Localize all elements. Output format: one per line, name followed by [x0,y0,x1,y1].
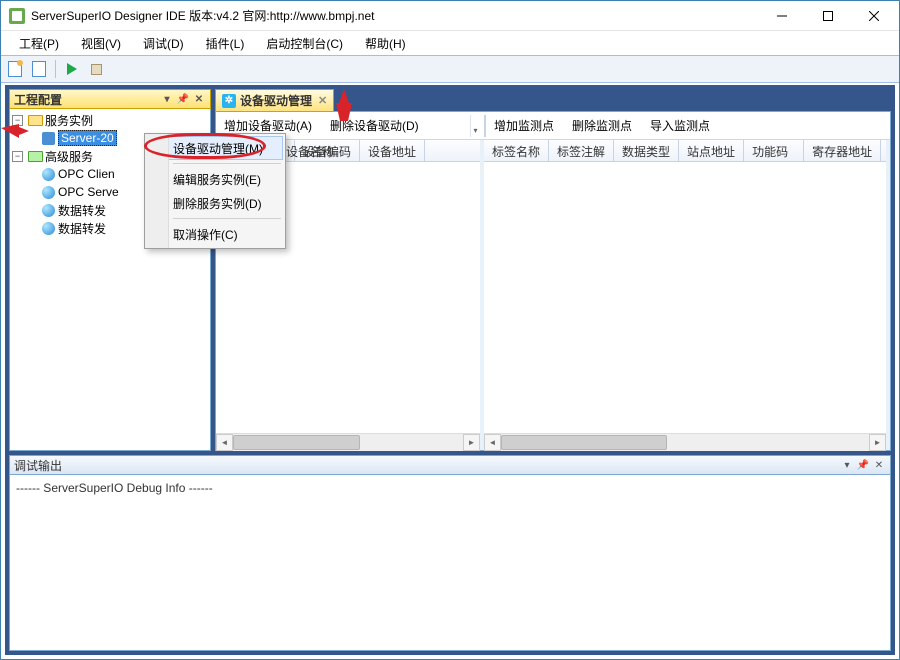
tree-label: Server-20 [58,130,117,146]
output-panel: 调试输出 ▾ 📌 ✕ ------ ServerSuperIO Debug In… [9,455,891,651]
panel-close-icon[interactable]: ✕ [872,458,886,472]
h-scrollbar[interactable]: ◄ ► [216,433,480,450]
tree-label: OPC Clien [58,167,115,181]
points-grid-header: 标签名称 标签注解 数据类型 站点地址 功能码 寄存器地址 [484,140,886,162]
minimize-button[interactable] [759,1,805,31]
points-grid[interactable]: 标签名称 标签注解 数据类型 站点地址 功能码 寄存器地址 ◄ ► [484,140,890,450]
app-icon [9,8,25,24]
title-bar: ServerSuperIO Designer IDE 版本:v4.2 官网:ht… [1,1,899,31]
folder-icon [28,115,43,126]
window-title: ServerSuperIO Designer IDE 版本:v4.2 官网:ht… [31,7,759,24]
split-panes: 设备名称 设备编码 设备地址 ◄ ► 标签名称 标签注解 数 [216,140,890,450]
col-device-addr[interactable]: 设备地址 [360,140,425,161]
globe-icon [42,168,55,181]
menu-project[interactable]: 工程(P) [9,32,69,55]
add-point-button[interactable]: 增加监测点 [490,115,558,136]
output-body[interactable]: ------ ServerSuperIO Debug Info ------ [9,475,891,651]
tree-label: 数据转发 [58,220,106,237]
output-panel-title: 调试输出 [14,457,62,474]
globe-icon [42,186,55,199]
col-func-code[interactable]: 功能码 [744,140,804,161]
tree-label: 高级服务 [45,148,93,165]
menu-plugin[interactable]: 插件(L) [196,32,255,55]
col-tag-name[interactable]: 标签名称 [484,140,549,161]
toolbar-overflow-icon[interactable]: ▾ [470,115,480,137]
maximize-button[interactable] [805,1,851,31]
col-tag-desc[interactable]: 标签注解 [549,140,614,161]
output-panel-header[interactable]: 调试输出 ▾ 📌 ✕ [9,455,891,475]
dock-area: 工程配置 ▾ 📌 ✕ − 服务实例 Server-20 − 高级服务 [5,85,895,655]
project-panel-title: 工程配置 [14,91,62,108]
doc-button[interactable] [29,59,49,79]
new-doc-icon [8,61,22,77]
menu-bar: 工程(P) 视图(V) 调试(D) 插件(L) 启动控制台(C) 帮助(H) [1,31,899,55]
doc-tabstrip: ✲ 设备驱动管理 ✕ [215,89,891,111]
doc-icon [32,61,46,77]
menu-help[interactable]: 帮助(H) [355,32,416,55]
tab-close-icon[interactable]: ✕ [318,94,327,107]
stop-button[interactable] [86,59,106,79]
import-point-button[interactable]: 导入监测点 [646,115,714,136]
tree-label: 数据转发 [58,202,106,219]
del-driver-button[interactable]: 删除设备驱动(D) [326,115,423,136]
new-doc-button[interactable] [5,59,25,79]
panel-close-icon[interactable]: ✕ [192,92,206,106]
globe-icon [42,204,55,217]
scroll-left-icon[interactable]: ◄ [216,434,233,451]
tree-label: 服务实例 [45,112,93,129]
globe-icon [42,222,55,235]
play-icon [67,63,77,75]
panel-menu-icon[interactable]: ▾ [840,458,854,472]
scroll-right-icon[interactable]: ► [463,434,480,451]
doc-toolbar: 增加设备驱动(A) 删除设备驱动(D) ▾ 增加监测点 删除监测点 导入监测点 [216,112,890,140]
col-station-addr[interactable]: 站点地址 [679,140,744,161]
output-line: ------ ServerSuperIO Debug Info ------ [16,481,884,495]
menu-view[interactable]: 视图(V) [71,32,131,55]
scroll-right-icon[interactable]: ► [869,434,886,451]
doc-tab-label: 设备驱动管理 [240,92,312,109]
panel-menu-icon[interactable]: ▾ [160,92,174,106]
main-toolbar [1,55,899,83]
project-panel-header[interactable]: 工程配置 ▾ 📌 ✕ [9,89,211,109]
h-scrollbar[interactable]: ◄ ► [484,433,886,450]
ctx-sep [173,218,281,219]
toolbar-sep [55,60,56,78]
menu-console[interactable]: 启动控制台(C) [256,32,353,55]
gear-icon: ✲ [222,94,236,108]
col-reg-addr[interactable]: 寄存器地址 [804,140,881,161]
tree-root-services[interactable]: − 服务实例 [12,111,208,129]
scroll-left-icon[interactable]: ◄ [484,434,501,451]
del-point-button[interactable]: 删除监测点 [568,115,636,136]
collapse-icon[interactable]: − [12,115,23,126]
document-area: ✲ 设备驱动管理 ✕ 增加设备驱动(A) 删除设备驱动(D) ▾ 增加监测点 删… [215,89,891,451]
run-button[interactable] [62,59,82,79]
col-device-code[interactable]: 设备编码 [295,140,360,161]
close-button[interactable] [851,1,897,31]
grid-body[interactable] [484,162,886,433]
doc-content: 增加设备驱动(A) 删除设备驱动(D) ▾ 增加监测点 删除监测点 导入监测点 … [215,111,891,451]
context-menu: 设备驱动管理(M) 编辑服务实例(E) 删除服务实例(D) 取消操作(C) [144,133,286,249]
doc-tab-device-driver[interactable]: ✲ 设备驱动管理 ✕ [215,89,334,111]
tree-label: OPC Serve [58,185,119,199]
collapse-icon[interactable]: − [12,151,23,162]
stop-icon [91,64,102,75]
pin-icon[interactable]: 📌 [176,92,190,106]
menu-debug[interactable]: 调试(D) [133,32,194,55]
folder-icon [28,151,43,162]
ctx-sep [173,163,281,164]
server-icon [42,132,55,145]
col-data-type[interactable]: 数据类型 [614,140,679,161]
pin-icon[interactable]: 📌 [856,458,870,472]
